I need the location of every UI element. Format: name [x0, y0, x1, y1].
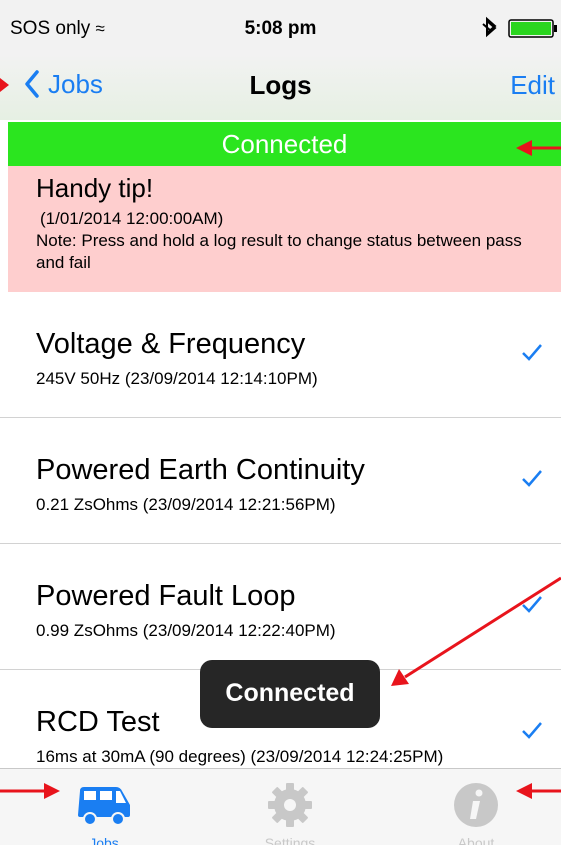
annotation-arrow-about-tab: [516, 783, 561, 799]
handy-tip-panel: Handy tip! (1/01/2014 12:00:00AM) Note: …: [8, 166, 561, 292]
tip-title: Handy tip!: [36, 173, 154, 203]
log-title: RCD Test: [36, 706, 160, 738]
tip-date: (1/01/2014 12:00:00AM): [40, 209, 224, 228]
log-row-powered-earth-continuity[interactable]: Powered Earth Continuity 0.21 ZsOhms (23…: [0, 418, 561, 544]
checkmark-icon: [522, 344, 542, 361]
checkmark-icon: [522, 722, 542, 739]
navigation-bar: Jobs Logs Edit: [0, 54, 561, 120]
log-detail: 245V 50Hz (23/09/2014 12:14:10PM): [36, 369, 318, 388]
annotation-arrow-left-top: [0, 78, 9, 92]
connection-status-banner: Connected: [8, 122, 561, 166]
page-title: Logs: [249, 70, 312, 100]
annotation-arrow-jobs-tab: [0, 783, 60, 799]
tab-label: About: [457, 835, 495, 845]
tab-bar: Jobs Settings About: [0, 768, 561, 845]
tab-jobs[interactable]: Jobs: [44, 773, 164, 845]
tab-settings[interactable]: Settings: [230, 773, 350, 845]
gear-icon: [268, 783, 312, 827]
battery-icon: [508, 19, 557, 38]
status-bar: SOS only ≈ 5:08 pm: [0, 0, 561, 62]
van-icon: [78, 787, 130, 826]
log-detail: 0.21 ZsOhms (23/09/2014 12:21:56PM): [36, 495, 336, 514]
connected-toast: Connected: [200, 660, 380, 728]
info-icon: [454, 783, 498, 827]
tab-label: Settings: [264, 835, 316, 845]
log-detail: 16ms at 30mA (90 degrees) (23/09/2014 12…: [36, 747, 444, 766]
status-icons: [471, 16, 561, 40]
log-title: Powered Earth Continuity: [36, 454, 365, 486]
annotation-arrow-toast: [391, 576, 561, 686]
checkmark-icon: [522, 470, 542, 487]
log-row-voltage-frequency[interactable]: Voltage & Frequency 245V 50Hz (23/09/201…: [0, 292, 561, 418]
bluetooth-icon: [482, 16, 497, 38]
log-title: Voltage & Frequency: [36, 328, 306, 360]
tip-note: Note: Press and hold a log result to cha…: [36, 231, 522, 272]
annotation-arrow-banner: [516, 140, 561, 156]
edit-button[interactable]: Edit: [510, 70, 555, 101]
tab-label: Jobs: [89, 835, 119, 845]
log-title: Powered Fault Loop: [36, 580, 296, 612]
